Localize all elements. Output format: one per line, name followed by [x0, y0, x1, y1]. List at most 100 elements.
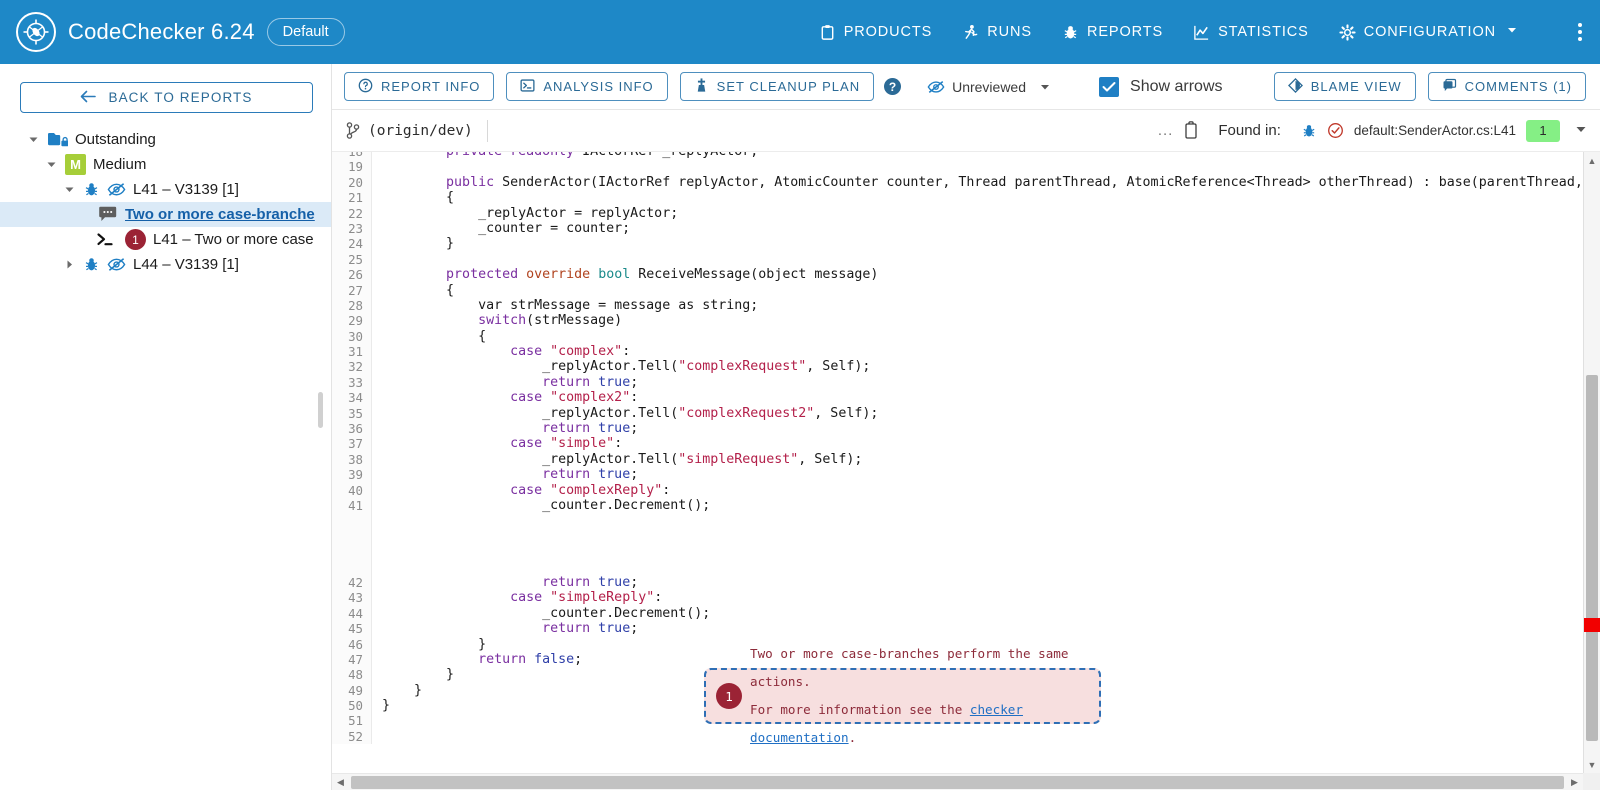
sidebar-item-outstanding[interactable]: Outstanding — [0, 127, 331, 152]
line-content[interactable] — [372, 544, 382, 559]
scroll-right-arrow-icon[interactable]: ▶ — [1566, 777, 1583, 788]
line-content[interactable] — [372, 729, 382, 744]
line-content[interactable]: _replyActor = replyActor; — [372, 206, 678, 221]
line-content[interactable]: case "complexReply": — [372, 483, 670, 498]
scroll-down-arrow-icon[interactable]: ▼ — [1584, 756, 1600, 773]
bug-position-marker[interactable] — [1584, 618, 1600, 632]
line-content[interactable]: return true; — [372, 421, 638, 436]
line-content[interactable]: _counter.Decrement(); — [372, 498, 710, 513]
line-content[interactable]: case "complex2": — [372, 390, 638, 405]
show-arrows-group[interactable]: Show arrows — [1099, 77, 1222, 97]
line-number: 34 — [332, 390, 372, 405]
line-content[interactable]: case "simpleReply": — [372, 590, 662, 605]
vertical-scrollbar-thumb[interactable] — [1586, 375, 1598, 741]
nav-item-products[interactable]: PRODUCTS — [819, 24, 933, 41]
line-content[interactable]: } — [372, 698, 390, 713]
overflow-menu-icon[interactable] — [1574, 19, 1586, 45]
line-content[interactable]: return true; — [372, 621, 638, 636]
found-count-badge[interactable]: 1 — [1526, 120, 1560, 142]
sidebar-item-l44-v3139[interactable]: L44 – V3139 [1] — [0, 252, 331, 277]
bug-message-prefix: For more information see the — [750, 702, 970, 717]
line-content[interactable]: public SenderActor(IActorRef replyActor,… — [372, 175, 1583, 190]
line-content[interactable]: { — [372, 283, 454, 298]
eye-off-icon — [107, 257, 126, 272]
horizontal-scrollbar[interactable]: ◀ ▶ — [332, 773, 1583, 790]
more-options-icon[interactable]: ... — [1158, 122, 1174, 139]
line-content[interactable]: } — [372, 637, 486, 652]
found-file-path[interactable]: default:SenderActor.cs:L41 — [1354, 123, 1516, 138]
chevron-right-icon[interactable] — [62, 259, 76, 270]
line-content[interactable]: protected override bool ReceiveMessage(o… — [372, 267, 878, 282]
chevron-down-icon[interactable] — [1039, 81, 1051, 93]
line-number: 50 — [332, 698, 372, 713]
line-content[interactable]: var strMessage = message as string; — [372, 298, 758, 313]
chevron-down-icon[interactable] — [1506, 24, 1518, 40]
product-chip[interactable]: Default — [267, 18, 345, 46]
line-content[interactable]: _replyActor.Tell("complexRequest2", Self… — [372, 406, 878, 421]
line-content[interactable]: _counter.Decrement(); — [372, 606, 710, 621]
nav-item-statistics[interactable]: STATISTICS — [1193, 24, 1309, 41]
code-line: 24 } — [332, 236, 1583, 251]
analysis-info-button[interactable]: ANALYSIS INFO — [506, 72, 667, 101]
sidebar-resize-handle[interactable] — [318, 392, 323, 428]
brand[interactable]: CodeChecker 6.24 — [16, 12, 255, 52]
line-content[interactable] — [372, 513, 382, 528]
line-content[interactable] — [372, 560, 382, 575]
line-content[interactable]: case "complex": — [372, 344, 630, 359]
code-line: 18 private readonly IActorRef _replyActo… — [332, 152, 1583, 159]
line-content[interactable]: _replyActor.Tell("simpleRequest", Self); — [372, 452, 862, 467]
report-info-button[interactable]: REPORT INFO — [344, 72, 494, 101]
line-content[interactable] — [372, 713, 382, 728]
review-status-dropdown[interactable]: Unreviewed — [927, 79, 1051, 95]
line-content[interactable] — [372, 252, 382, 267]
nav-item-configuration[interactable]: CONFIGURATION — [1339, 24, 1518, 41]
line-content[interactable]: } — [372, 667, 454, 682]
line-content[interactable]: } — [372, 236, 454, 251]
clipboard-copy-icon[interactable] — [1183, 121, 1200, 140]
sidebar-item-l41-v3139[interactable]: L41 – V3139 [1] — [0, 177, 331, 202]
sidebar-item-label: L44 – V3139 [1] — [133, 256, 239, 273]
blame-view-button[interactable]: BLAME VIEW — [1274, 72, 1416, 101]
line-content[interactable]: } — [372, 683, 422, 698]
chevron-down-icon[interactable] — [26, 134, 40, 145]
scroll-left-arrow-icon[interactable]: ◀ — [332, 777, 349, 788]
line-content[interactable]: private readonly IActorRef _replyActor; — [372, 152, 758, 159]
line-content[interactable]: _replyActor.Tell("complexRequest", Self)… — [372, 359, 870, 374]
line-content[interactable]: { — [372, 329, 486, 344]
line-content[interactable] — [372, 159, 382, 174]
set-cleanup-plan-button[interactable]: SET CLEANUP PLAN — [680, 72, 874, 101]
vertical-scrollbar[interactable]: ▲ ▼ — [1583, 152, 1600, 773]
eye-off-icon — [927, 80, 945, 94]
line-content[interactable]: case "simple": — [372, 436, 622, 451]
chevron-down-icon[interactable] — [44, 159, 58, 170]
line-content[interactable]: return true; — [372, 467, 638, 482]
line-number: 25 — [332, 252, 372, 267]
report-toolbar: REPORT INFO ANALYSIS INFO SET CLEANUP PL… — [332, 64, 1600, 110]
chevron-down-icon[interactable] — [1570, 122, 1592, 139]
nav-item-reports[interactable]: REPORTS — [1062, 24, 1163, 41]
code-line: 40 case "complexReply": — [332, 483, 1583, 498]
code-line — [332, 513, 1583, 528]
bug-annotation-bubble[interactable]: 1 Two or more case-branches perform the … — [704, 668, 1101, 724]
sidebar-item-two-or-more-case-branches[interactable]: Two or more case-branche — [0, 202, 331, 227]
line-content[interactable]: switch(strMessage) — [372, 313, 622, 328]
line-content[interactable]: return true; — [372, 575, 638, 590]
show-arrows-checkbox[interactable] — [1099, 77, 1119, 97]
code-line: 28 var strMessage = message as string; — [332, 298, 1583, 313]
line-number: 33 — [332, 375, 372, 390]
comments-button[interactable]: COMMENTS (1) — [1428, 72, 1586, 101]
line-content[interactable]: _counter = counter; — [372, 221, 630, 236]
sidebar-item-l41-step[interactable]: 1 L41 – Two or more case — [0, 227, 331, 252]
horizontal-scrollbar-thumb[interactable] — [351, 776, 1564, 789]
chevron-down-icon[interactable] — [62, 184, 76, 195]
line-content[interactable]: return false; — [372, 652, 582, 667]
help-icon[interactable]: ? — [884, 78, 901, 95]
scroll-up-arrow-icon[interactable]: ▲ — [1584, 152, 1600, 169]
nav-item-runs[interactable]: RUNS — [962, 24, 1032, 41]
code-line: 37 case "simple": — [332, 436, 1583, 451]
sidebar-item-medium[interactable]: M Medium — [0, 152, 331, 177]
back-to-reports-button[interactable]: BACK TO REPORTS — [20, 82, 313, 113]
line-content[interactable]: return true; — [372, 375, 638, 390]
line-content[interactable]: { — [372, 190, 454, 205]
line-content[interactable] — [372, 529, 382, 544]
